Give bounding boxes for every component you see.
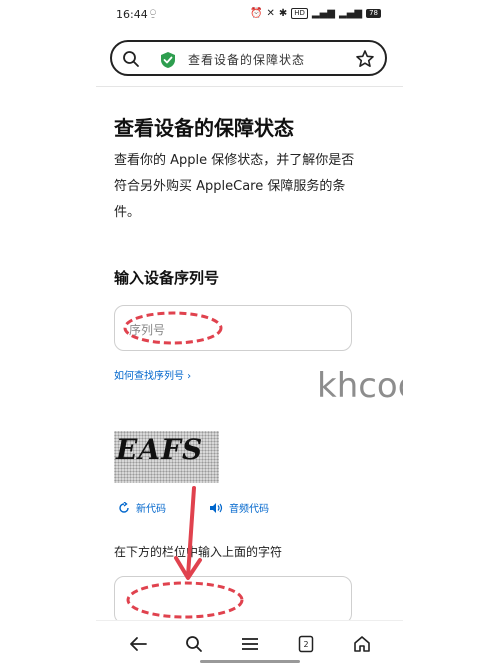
red-ellipse-annotation [126, 581, 244, 619]
watermark: khcoo.com [317, 366, 403, 406]
browser-window: 16:44 ⍜ ⏰ ✕ ✱ HD ▂▄▆ ▂▄▆ 78 查看设备的保障状态 查看… [96, 0, 403, 667]
signal-icon-1: ▂▄▆ [311, 8, 335, 19]
new-code-button[interactable]: 新代码 [118, 500, 166, 515]
new-code-label: 新代码 [136, 504, 166, 515]
serial-number-input[interactable]: 序列号 [114, 305, 352, 351]
signal-icon-2: ▂▄▆ [339, 8, 363, 19]
shield-check-icon [160, 51, 176, 73]
search-icon[interactable] [122, 50, 140, 72]
status-time: 16:44 [116, 8, 148, 21]
audio-code-button[interactable]: 音频代码 [209, 500, 269, 515]
divider [96, 86, 403, 87]
refresh-icon [119, 501, 129, 513]
serial-heading: 输入设备序列号 [114, 269, 220, 287]
menu-icon[interactable] [238, 633, 262, 655]
address-bar[interactable]: 查看设备的保障状态 [110, 40, 387, 76]
hd-badge: HD [291, 8, 308, 19]
battery-icon: 78 [366, 9, 381, 18]
mute-icon: ✕ [266, 8, 275, 19]
captcha-input[interactable] [114, 576, 352, 624]
captcha-text: EAFS [116, 433, 204, 466]
notification-icon: ⍜ [150, 8, 156, 19]
speaker-icon [210, 502, 223, 513]
home-icon[interactable] [350, 633, 374, 655]
status-bar: 16:44 ⍜ ⏰ ✕ ✱ HD ▂▄▆ ▂▄▆ 78 [96, 0, 403, 30]
home-indicator [200, 660, 300, 663]
audio-code-label: 音频代码 [229, 504, 269, 515]
star-icon[interactable] [355, 49, 375, 73]
red-arrow-annotation [174, 486, 202, 580]
bluetooth-icon: ✱ [278, 8, 288, 19]
find-serial-link[interactable]: 如何查找序列号 › [114, 367, 191, 382]
search-icon[interactable] [182, 633, 206, 655]
alarm-icon: ⏰ [250, 8, 263, 19]
status-icons: ⏰ ✕ ✱ HD ▂▄▆ ▂▄▆ 78 [250, 8, 381, 19]
intro-text: 查看你的 Apple 保修状态，并了解你是否符合另外购买 AppleCare 保… [114, 153, 355, 220]
page-title: 查看设备的保障状态 [114, 116, 294, 140]
captcha-image: EAFS [114, 431, 219, 483]
address-text[interactable]: 查看设备的保障状态 [188, 51, 305, 68]
back-icon[interactable] [126, 633, 150, 655]
tab-count: 2 [303, 639, 309, 649]
red-ellipse-annotation [123, 311, 223, 345]
tabs-icon[interactable]: 2 [294, 633, 318, 655]
